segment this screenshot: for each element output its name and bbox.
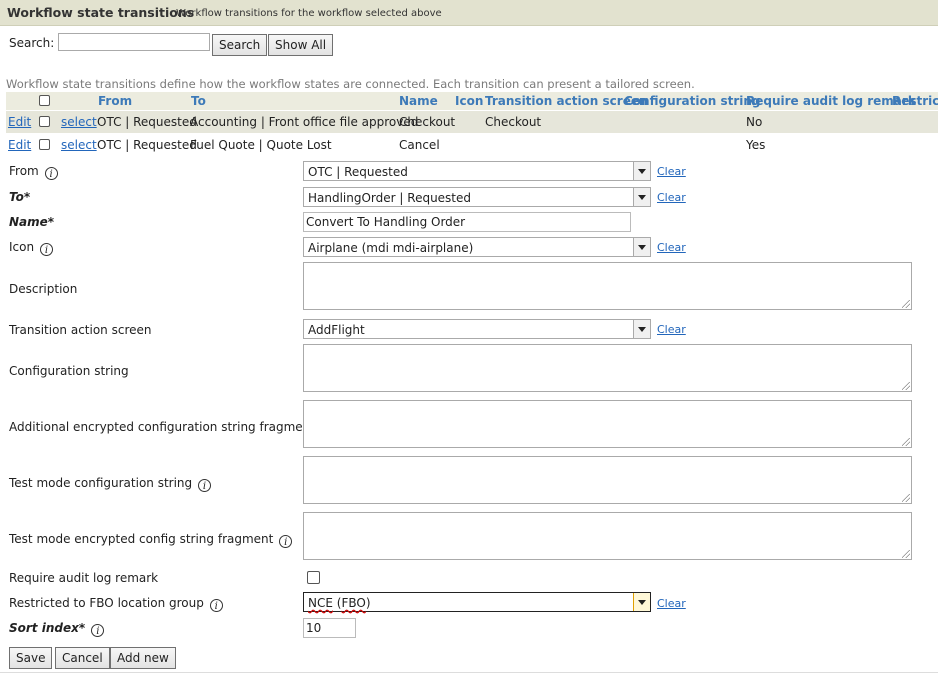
- to-clear-link[interactable]: Clear: [657, 191, 686, 204]
- edit-link[interactable]: Edit: [8, 115, 31, 129]
- section-title: Workflow state transitions: [7, 5, 195, 20]
- info-circle-icon[interactable]: i: [197, 479, 211, 492]
- cell-name: Checkout: [399, 115, 456, 129]
- show-all-button[interactable]: Show All: [268, 34, 334, 56]
- select-link[interactable]: select: [61, 115, 97, 129]
- save-button[interactable]: Save: [9, 647, 53, 669]
- action-screen-clear-link[interactable]: Clear: [657, 323, 686, 336]
- fbo-clear-link[interactable]: Clear: [657, 597, 686, 610]
- sort-index-input[interactable]: 10: [303, 618, 356, 638]
- column-header-audit[interactable]: Require audit log remark: [746, 94, 916, 108]
- info-circle-icon[interactable]: i: [39, 243, 53, 256]
- section-header: Workflow state transitions Workflow tran…: [0, 0, 938, 26]
- test-encrypted-label: Test mode encrypted config string fragme…: [9, 532, 293, 548]
- cell-from: OTC | Requested: [97, 138, 197, 152]
- test-config-textarea[interactable]: [303, 456, 912, 504]
- description-textarea[interactable]: [303, 262, 912, 310]
- cell-audit: No: [746, 115, 763, 129]
- column-header-restricted[interactable]: Restricte: [892, 94, 938, 108]
- cell-to: Accounting | Front office file approved: [190, 115, 419, 129]
- info-circle-icon[interactable]: i: [209, 599, 223, 612]
- info-circle-icon[interactable]: i: [279, 535, 293, 548]
- encrypted-config-label: Additional encrypted configuration strin…: [9, 420, 334, 436]
- icon-select[interactable]: Airplane (mdi mdi-airplane): [303, 237, 651, 257]
- column-header-icon[interactable]: Icon: [455, 94, 483, 108]
- encrypted-config-textarea[interactable]: [303, 400, 912, 448]
- to-label: To*: [9, 190, 31, 204]
- transitions-panel: Search: Search Show All Workflow state t…: [0, 26, 938, 687]
- cell-audit: Yes: [746, 138, 766, 152]
- icon-clear-link[interactable]: Clear: [657, 241, 686, 254]
- chevron-down-icon[interactable]: [633, 162, 650, 180]
- test-encrypted-textarea[interactable]: [303, 512, 912, 560]
- config-textarea[interactable]: [303, 344, 912, 392]
- search-label: Search:: [9, 36, 55, 50]
- config-label: Configuration string: [9, 364, 129, 378]
- action-screen-label: Transition action screen: [9, 323, 152, 337]
- chevron-down-icon[interactable]: [633, 188, 650, 206]
- column-header-name[interactable]: Name: [399, 94, 438, 108]
- select-all-checkbox[interactable]: [39, 95, 50, 106]
- search-input[interactable]: [58, 33, 210, 51]
- icon-label: Icon i: [9, 240, 53, 256]
- table-header: From To Name Icon Transition action scre…: [6, 92, 938, 110]
- search-button[interactable]: Search: [212, 34, 268, 56]
- section-subtitle: Workflow transitions for the workflow se…: [176, 8, 442, 19]
- row-checkbox[interactable]: [39, 116, 50, 127]
- cell-action-screen: Checkout: [485, 115, 542, 129]
- fbo-label: Restricted to FBO location group i: [9, 596, 223, 612]
- name-label: Name*: [9, 215, 55, 229]
- cell-from: OTC | Requested: [97, 115, 197, 129]
- info-circle-icon[interactable]: i: [44, 167, 58, 180]
- from-select-value: OTC | Requested: [308, 165, 408, 179]
- row-checkbox[interactable]: [39, 139, 50, 150]
- intro-text: Workflow state transitions define how th…: [6, 77, 695, 91]
- to-select[interactable]: HandlingOrder | Requested: [303, 187, 651, 207]
- description-label: Description: [9, 282, 78, 296]
- action-screen-select-value: AddFlight: [308, 323, 365, 337]
- audit-checkbox[interactable]: [307, 571, 320, 584]
- icon-select-value: Airplane (mdi mdi-airplane): [308, 241, 474, 255]
- from-clear-link[interactable]: Clear: [657, 165, 686, 178]
- info-circle-icon[interactable]: i: [91, 624, 105, 637]
- audit-label: Require audit log remark: [9, 571, 159, 585]
- cell-to: Fuel Quote | Quote Lost: [190, 138, 332, 152]
- chevron-down-icon[interactable]: [633, 593, 650, 611]
- column-header-config[interactable]: Configuration string: [624, 94, 761, 108]
- test-config-label: Test mode configuration string i: [9, 476, 211, 492]
- divider: [0, 672, 938, 673]
- to-select-value: HandlingOrder | Requested: [308, 191, 472, 205]
- chevron-down-icon[interactable]: [633, 238, 650, 256]
- column-header-from[interactable]: From: [98, 94, 132, 108]
- action-screen-select[interactable]: AddFlight: [303, 319, 651, 339]
- from-select[interactable]: OTC | Requested: [303, 161, 651, 181]
- add-new-button[interactable]: Add new: [110, 647, 176, 669]
- table-row: Edit select OTC | Requested Accounting |…: [6, 111, 938, 133]
- select-link[interactable]: select: [61, 138, 97, 152]
- from-label: From i: [9, 164, 58, 180]
- edit-link[interactable]: Edit: [8, 138, 31, 152]
- fbo-select[interactable]: NCE (FBO): [303, 592, 651, 612]
- name-input[interactable]: Convert To Handling Order: [303, 212, 631, 232]
- column-header-to[interactable]: To: [191, 94, 206, 108]
- chevron-down-icon[interactable]: [633, 320, 650, 338]
- cell-name: Cancel: [399, 138, 440, 152]
- cancel-button[interactable]: Cancel: [55, 647, 110, 669]
- sort-index-label: Sort index* i: [9, 621, 105, 637]
- table-row: Edit select OTC | Requested Fuel Quote |…: [6, 134, 938, 156]
- fbo-select-value: NCE (FBO): [308, 596, 371, 610]
